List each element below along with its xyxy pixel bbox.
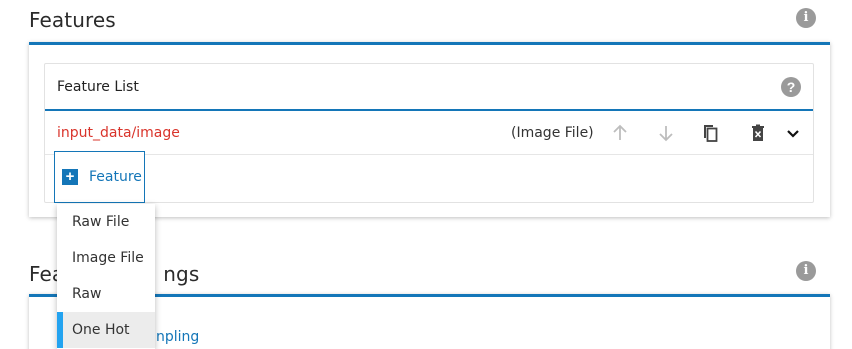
help-icon[interactable]: ? xyxy=(781,77,801,97)
copy-icon[interactable] xyxy=(700,123,720,143)
add-feature-button[interactable]: + Feature xyxy=(54,151,145,203)
dropdown-item-one-hot[interactable]: One Hot xyxy=(57,312,155,348)
features-card: Feature List ? input_data/image (Image F… xyxy=(29,42,830,217)
arrow-down-icon[interactable] xyxy=(656,123,676,143)
plus-icon: + xyxy=(62,169,78,185)
section2-link[interactable]: npling xyxy=(156,329,199,345)
feature-list-title: Feature List xyxy=(57,79,139,95)
feature-list-panel: Feature List ? input_data/image (Image F… xyxy=(44,63,814,203)
section2-title-right: ngs xyxy=(163,262,200,286)
chevron-down-icon[interactable] xyxy=(783,123,803,143)
info-icon[interactable]: i xyxy=(796,261,816,281)
delete-icon[interactable] xyxy=(748,123,768,143)
info-icon[interactable]: i xyxy=(796,8,816,28)
feature-list-header: Feature List ? xyxy=(45,64,813,111)
feature-type: (Image File) xyxy=(511,125,594,141)
feature-type-dropdown: Raw File Image File Raw One Hot xyxy=(57,204,155,349)
dropdown-item-raw-file[interactable]: Raw File xyxy=(57,204,155,240)
dropdown-item-raw[interactable]: Raw xyxy=(57,276,155,312)
arrow-up-icon[interactable] xyxy=(610,123,630,143)
dropdown-item-image-file[interactable]: Image File xyxy=(57,240,155,276)
feature-row[interactable]: input_data/image (Image File) xyxy=(45,111,813,155)
features-section-title: Features xyxy=(29,8,116,32)
add-feature-label: Feature xyxy=(89,169,142,185)
feature-name[interactable]: input_data/image xyxy=(57,125,180,141)
